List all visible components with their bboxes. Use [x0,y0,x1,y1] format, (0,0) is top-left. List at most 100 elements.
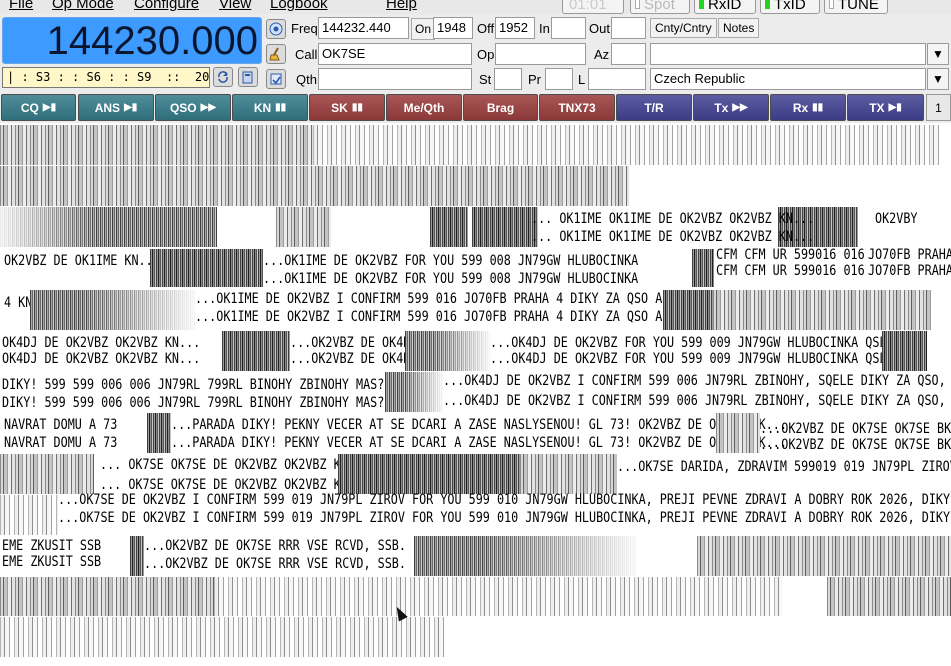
state-field[interactable] [494,68,522,90]
clear-broom-icon[interactable] [266,44,286,64]
decoded-line: ...OK2VBZ DE OK7SE RRR VSE RCVD, SSB. [144,538,406,554]
macro-ans-button[interactable]: ANS ▶▮ [78,94,154,121]
decoded-line: 4 KN [4,295,33,311]
decoded-line: ...OK4DJ DE OK2VBZ FOR YOU 599 009 JN79G… [490,351,894,367]
decoded-line: DIKY! 599 599 006 006 JN79RL 799RL BINOH… [2,377,406,393]
menu-logbook[interactable]: Logbook [270,0,328,12]
tune-button[interactable]: TUNE [824,0,888,14]
qrz-lookup-icon[interactable] [266,19,286,39]
decoded-line: OK4DJ DE OK2VBZ OK2VBZ KN... [2,351,201,367]
call-label: Call [295,47,318,62]
menu-help[interactable]: Help [386,0,417,12]
rst-in-field[interactable] [551,17,586,39]
refresh-icon[interactable] [213,67,233,87]
azimuth-label: Az [594,47,610,62]
waterfall-trace [692,249,714,287]
macro-tnx73-button[interactable]: TNX73 [539,94,615,121]
freq-field[interactable]: 144232.440 [318,17,409,39]
macro-label: Tx [714,100,729,115]
rst-out-field[interactable] [611,17,646,39]
decoded-line: ... OK7SE OK7SE DE OK2VBZ OK2VBZ KN... [100,477,370,493]
decoded-line: OK4DJ DE OK2VBZ OK2VBZ KN... [2,335,201,351]
frequency-display[interactable]: 144230.000 [2,17,262,64]
decoded-line: ...OK4DJ DE OK2VBZ I CONFIRM 599 006 JN7… [443,393,951,409]
macro-kn-button[interactable]: KN ▮▮ [232,94,308,121]
waterfall-trace [827,577,951,616]
decoded-line: JO70FB PRAHA [868,247,951,263]
decoded-line: DIKY! 599 599 006 006 JN79RL 799RL BINOH… [2,395,406,411]
decoded-line: CFM CFM UR 599016 016 [716,247,865,263]
decoded-line: ...OK2VBZ DE OK7SE OK7SE BK [760,421,951,437]
tab-notes[interactable]: Notes [718,18,760,38]
macro-page-selector[interactable]: 1 [926,94,951,121]
waterfall-trace [663,290,713,330]
waterfall-trace [222,331,290,371]
macro-tx-button[interactable]: Tx ▶▶ [693,94,769,121]
country-dropdown-icon[interactable]: ▼ [927,68,949,90]
txid-toggle[interactable]: TxID [760,0,820,14]
off-time-field[interactable]: 1952 [495,17,535,39]
tab-country[interactable]: Cnty/Cntry [650,18,717,38]
save-qso-icon[interactable] [266,69,286,89]
call-field[interactable]: OK7SE [318,43,472,65]
macro-sk-button[interactable]: SK ▮▮ [309,94,385,121]
locator-label: L [578,72,586,87]
macro-tx-stop-button[interactable]: TX ▶▮ [847,94,924,121]
logbook-icon[interactable] [238,67,258,87]
on-time-button[interactable]: On [411,18,436,40]
qth-field[interactable] [318,68,472,90]
txid-label: TxID [774,0,806,13]
decoded-line: ...OK4DJ DE OK2VBZ FOR YOU 599 009 JN79G… [490,335,894,351]
decoded-line: OK2VBZ DE OK1IME KN... [4,253,160,269]
macro-cq-button[interactable]: CQ ▶▮ [1,94,76,121]
waterfall-trace [0,454,94,494]
waterfall-trace [0,166,629,206]
locator-field[interactable] [588,68,646,90]
province-field[interactable] [545,68,573,90]
country-field[interactable]: Czech Republic [650,68,926,90]
decoded-line: ...OK7SE DARIDA, ZDRAVIM 599019 019 JN79… [617,459,951,475]
notes-dropdown-icon[interactable]: ▼ [927,43,949,65]
waterfall-trace [0,125,313,165]
waterfall-trace [472,207,538,247]
rst-out-label: Out [589,21,610,36]
on-time-field[interactable]: 1948 [433,17,473,39]
menu-file[interactable]: File [9,0,33,12]
txid-indicator-icon [765,0,770,9]
decoded-line: ...OK7SE DE OK2VBZ I CONFIRM 599 019 JN7… [58,492,951,508]
macro-label: QSO [169,100,197,115]
macro-rx-button[interactable]: Rx ▮▮ [770,94,846,121]
menu-view[interactable]: View [219,0,251,12]
macro-qso-button[interactable]: QSO ▶▶ [155,94,231,121]
decoded-line: NAVRAT DOMU A 73 [4,435,118,451]
menu-configure[interactable]: Configure [134,0,199,12]
macro-brag-button[interactable]: Brag [463,94,538,121]
rxid-toggle[interactable]: RxID [694,0,756,14]
decoded-line: EME ZKUSIT SSB [2,554,102,570]
macro-tr-button[interactable]: T/R [616,94,692,121]
waterfall-trace [713,290,931,330]
menu-op-mode[interactable]: Op Mode [52,0,114,12]
utc-clock: 01:01 [562,0,624,14]
state-label: St [479,72,492,87]
signal-browser-waterfall[interactable]: ... OK1IME OK1IME DE OK2VBZ OK2VBZ KN...… [0,123,951,666]
macro-me-qth-button[interactable]: Me/Qth [386,94,462,121]
decoded-line: ...OK1IME DE OK2VBZ I CONFIRM 599 016 JO… [195,291,684,307]
op-name-field[interactable] [495,43,586,65]
tune-label: TUNE [838,0,879,13]
macro-label: Me/Qth [403,100,445,115]
decoded-line: NAVRAT DOMU A 73 [4,417,118,433]
decoded-line: ...OK1IME DE OK2VBZ FOR YOU 599 008 JN79… [263,253,639,269]
spot-toggle[interactable]: Spot [630,0,690,14]
waterfall-trace [214,577,782,616]
decoded-line: CFM CFM UR 599016 016 [716,263,865,279]
waterfall-trace [716,413,760,453]
rst-in-label: In [539,21,550,36]
azimuth-field[interactable] [611,43,646,65]
decoded-line: ...OK1IME DE OK2VBZ FOR YOU 599 008 JN79… [263,271,639,287]
decoded-line: ... OK1IME OK1IME DE OK2VBZ OK2VBZ KN... [531,229,815,245]
notes-field[interactable] [650,43,926,65]
decoded-line: OK2VBY [875,211,918,227]
play-stop-icon: ▶▮ [888,102,902,113]
waterfall-trace [697,536,951,576]
